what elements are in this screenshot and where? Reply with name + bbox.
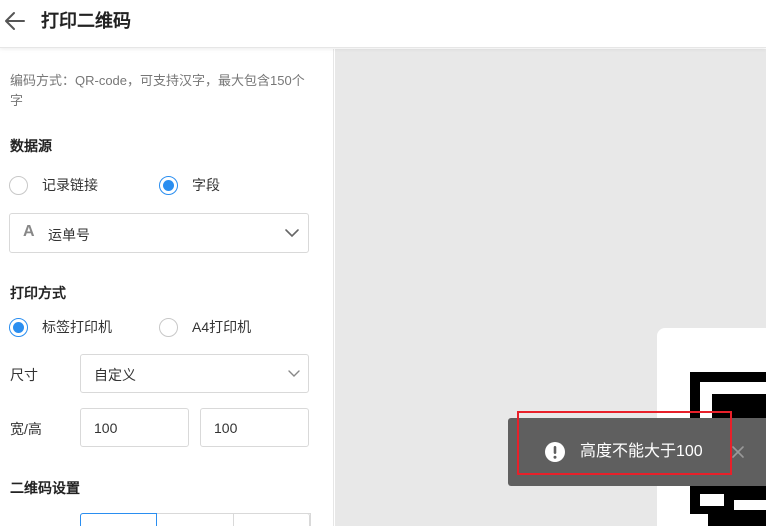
qr-settings-heading: 二维码设置 xyxy=(10,480,80,496)
radio-circle xyxy=(9,175,28,195)
width-height-label: 宽/高 xyxy=(10,421,42,437)
radio-field[interactable]: 字段 xyxy=(159,175,220,195)
field-select-value: 运单号 xyxy=(48,227,90,243)
height-input[interactable] xyxy=(200,408,309,447)
text-type-icon: A xyxy=(23,223,35,240)
qr-segment-1[interactable] xyxy=(80,513,157,526)
size-select-value: 自定义 xyxy=(94,367,136,383)
qr-segment-2[interactable] xyxy=(157,513,234,526)
chevron-down-icon xyxy=(288,370,300,377)
arrow-left-icon[interactable] xyxy=(2,8,28,34)
radio-label: 标签打印机 xyxy=(42,319,112,335)
size-select[interactable]: 自定义 xyxy=(80,354,309,393)
radio-record-link[interactable]: 记录链接 xyxy=(9,175,98,195)
width-input[interactable] xyxy=(80,408,189,447)
radio-label: 字段 xyxy=(192,177,220,193)
radio-circle-selected xyxy=(9,317,28,337)
qr-setting-segments xyxy=(80,513,311,526)
field-select[interactable]: A 运单号 xyxy=(9,213,309,253)
data-source-heading: 数据源 xyxy=(10,138,52,154)
radio-label: A4打印机 xyxy=(192,319,252,335)
highlight-box xyxy=(517,411,732,475)
settings-panel: 编码方式：QR-code，可支持汉字，最大包含150个字 数据源 记录链接 字段… xyxy=(0,49,334,526)
encoding-description: 编码方式：QR-code，可支持汉字，最大包含150个字 xyxy=(10,73,305,108)
chevron-down-icon xyxy=(285,229,299,238)
close-icon[interactable] xyxy=(730,444,746,460)
radio-label-printer[interactable]: 标签打印机 xyxy=(9,317,112,337)
radio-circle-selected xyxy=(159,175,178,195)
size-label: 尺寸 xyxy=(10,367,38,383)
page-title: 打印二维码 xyxy=(41,11,131,31)
print-method-heading: 打印方式 xyxy=(10,285,66,301)
qr-segment-3[interactable] xyxy=(233,513,311,526)
radio-a4-printer[interactable]: A4打印机 xyxy=(159,317,251,337)
top-bar: 打印二维码 xyxy=(0,0,766,48)
radio-label: 记录链接 xyxy=(42,177,98,193)
radio-circle xyxy=(159,317,178,337)
